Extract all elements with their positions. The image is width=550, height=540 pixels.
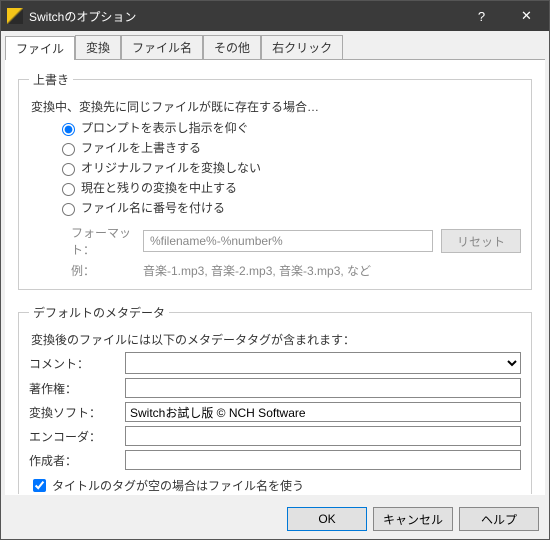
example-row: 例： 音楽-1.mp3, 音楽-2.mp3, 音楽-3.mp3, など [71,262,521,279]
software-label: 変換ソフト： [29,404,125,421]
copyright-input[interactable] [125,378,521,398]
radio-skip-input[interactable] [62,163,75,176]
format-input [143,230,433,252]
radio-overwrite-input[interactable] [62,143,75,156]
format-label: フォーマット： [71,224,143,258]
radio-overwrite[interactable]: ファイルを上書きする [57,139,521,156]
tab-strip: ファイル 変換 ファイル名 その他 右クリック [1,31,549,59]
radio-prompt-input[interactable] [62,123,75,136]
app-icon [7,8,23,24]
radio-skip[interactable]: オリジナルファイルを変換しない [57,159,521,176]
software-input[interactable] [125,402,521,422]
radio-abort-input[interactable] [62,183,75,196]
format-row: フォーマット： リセット [71,224,521,258]
tab-other[interactable]: その他 [203,35,261,59]
help-button[interactable]: ? [459,1,504,31]
metadata-desc: 変換後のファイルには以下のメタデータタグが含まれます： [31,331,521,348]
comment-select[interactable] [125,352,521,374]
overwrite-group: 上書き 変換中、変換先に同じファイルが既に存在する場合… プロンプトを表示し指示… [18,71,532,290]
tab-rightclick[interactable]: 右クリック [261,35,343,59]
use-filename-checkbox[interactable] [33,479,46,492]
reset-button: リセット [441,229,521,253]
comment-row: コメント： [29,352,521,374]
ok-button[interactable]: OK [287,507,367,531]
example-label: 例： [71,262,143,279]
radio-overwrite-label: ファイルを上書きする [81,139,201,156]
author-input[interactable] [125,450,521,470]
window-title: Switchのオプション [29,8,459,25]
author-row: 作成者： [29,450,521,470]
radio-prompt[interactable]: プロンプトを表示し指示を仰ぐ [57,119,521,136]
tab-content: 上書き 変換中、変換先に同じファイルが既に存在する場合… プロンプトを表示し指示… [5,60,545,495]
metadata-group: デフォルトのメタデータ 変換後のファイルには以下のメタデータタグが含まれます： … [18,304,532,495]
dialog-window: Switchのオプション ? ✕ ファイル 変換 ファイル名 その他 右クリック… [0,0,550,540]
radio-abort-label: 現在と残りの変換を中止する [81,179,237,196]
radio-number-input[interactable] [62,203,75,216]
software-row: 変換ソフト： [29,402,521,422]
dialog-footer: OK キャンセル ヘルプ [1,499,549,539]
cancel-button[interactable]: キャンセル [373,507,453,531]
titlebar: Switchのオプション ? ✕ [1,1,549,31]
comment-label: コメント： [29,355,125,372]
example-value: 音楽-1.mp3, 音楽-2.mp3, 音楽-3.mp3, など [143,262,371,279]
use-filename-label: タイトルのタグが空の場合はファイル名を使う [52,477,304,494]
radio-abort[interactable]: 現在と残りの変換を中止する [57,179,521,196]
tab-convert[interactable]: 変換 [75,35,121,59]
close-button[interactable]: ✕ [504,1,549,31]
tab-file[interactable]: ファイル [5,36,75,60]
radio-skip-label: オリジナルファイルを変換しない [81,159,261,176]
use-filename-row[interactable]: タイトルのタグが空の場合はファイル名を使う [29,476,521,495]
encoder-label: エンコーダ： [29,428,125,445]
help-footer-button[interactable]: ヘルプ [459,507,539,531]
encoder-row: エンコーダ： [29,426,521,446]
metadata-legend: デフォルトのメタデータ [29,304,169,321]
copyright-row: 著作権： [29,378,521,398]
overwrite-desc: 変換中、変換先に同じファイルが既に存在する場合… [31,98,521,115]
author-label: 作成者： [29,452,125,469]
encoder-input[interactable] [125,426,521,446]
copyright-label: 著作権： [29,380,125,397]
radio-number-label: ファイル名に番号を付ける [81,199,225,216]
overwrite-legend: 上書き [29,71,73,88]
radio-prompt-label: プロンプトを表示し指示を仰ぐ [81,119,249,136]
tab-filename[interactable]: ファイル名 [121,35,203,59]
radio-number[interactable]: ファイル名に番号を付ける [57,199,521,216]
